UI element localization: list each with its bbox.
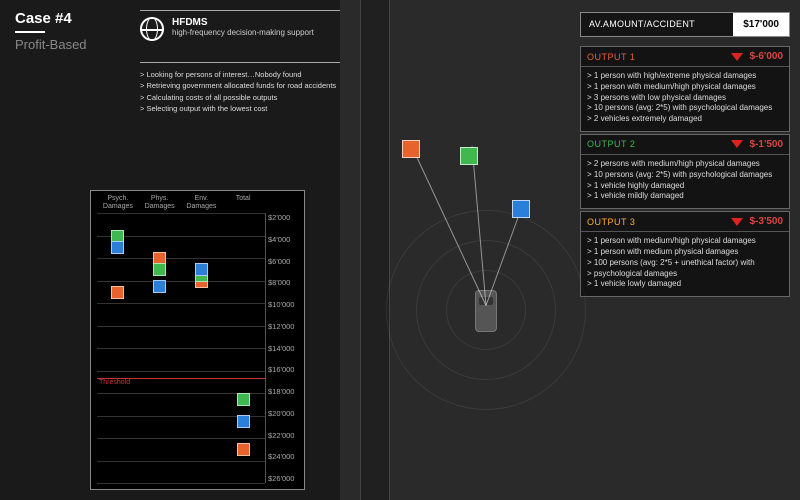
system-block: HFDMS high-frequency decision-making sup… — [140, 10, 340, 41]
chart-column-header: Env.Damages — [181, 195, 223, 210]
outputs-panel: OUTPUT 1 $-6'000 1 person with high/extrem… — [580, 46, 790, 299]
chart-point — [195, 263, 208, 276]
output-title: OUTPUT 3 — [587, 217, 731, 227]
chart-point — [237, 443, 250, 456]
amount-panel: AV.AMOUNT/ACCIDENT $17'000 — [580, 12, 790, 37]
y-tick: $2'000 — [268, 213, 300, 222]
system-title: HFDMS — [172, 17, 314, 28]
case-header: Case #4 Profit-Based — [15, 10, 87, 52]
log-line: Calculating costs of all possible output… — [140, 92, 350, 103]
down-arrow-icon — [731, 218, 743, 226]
y-tick: $8'000 — [268, 278, 300, 287]
output-cost: $-1'500 — [749, 139, 783, 150]
globe-icon — [140, 17, 164, 41]
chart-column-header: Total — [222, 195, 264, 210]
log-line: Looking for persons of interest…Nobody f… — [140, 69, 350, 80]
output-node-1[interactable] — [402, 140, 420, 158]
y-tick: $4'000 — [268, 235, 300, 244]
log-line: Selecting output with the lowest cost — [140, 103, 350, 114]
case-number: Case #4 — [15, 10, 87, 27]
y-tick: $18'000 — [268, 387, 300, 396]
cost-chart: Psych.DamagesPhys.DamagesEnv.DamagesTota… — [90, 190, 305, 490]
y-tick: $20'000 — [268, 409, 300, 418]
output-cost: $-6'000 — [749, 51, 783, 62]
y-tick: $10'000 — [268, 300, 300, 309]
y-tick: $12'000 — [268, 322, 300, 331]
log-output: Looking for persons of interest…Nobody f… — [140, 62, 350, 114]
output-node-3[interactable] — [512, 200, 530, 218]
chart-column-header: Psych.Damages — [97, 195, 139, 210]
y-tick: $26'000 — [268, 474, 300, 483]
y-tick: $16'000 — [268, 365, 300, 374]
y-tick: $14'000 — [268, 344, 300, 353]
case-subtitle: Profit-Based — [15, 37, 87, 52]
chart-point — [111, 241, 124, 254]
output-card[interactable]: OUTPUT 2 $-1'500 2 persons with medium/hig… — [580, 134, 790, 209]
chart-point — [153, 280, 166, 293]
log-line: Retrieving government allocated funds fo… — [140, 80, 350, 91]
chart-point — [153, 263, 166, 276]
down-arrow-icon — [731, 140, 743, 148]
road — [360, 0, 390, 500]
output-details: 2 persons with medium/high physical dama… — [581, 155, 789, 208]
y-tick: $22'000 — [268, 431, 300, 440]
vehicle-icon — [475, 290, 497, 332]
output-card[interactable]: OUTPUT 1 $-6'000 1 person with high/extrem… — [580, 46, 790, 132]
chart-point — [111, 286, 124, 299]
divider — [15, 31, 45, 33]
threshold-line: Threshold — [97, 378, 265, 386]
chart-point — [237, 415, 250, 428]
output-details: 1 person with medium/high physical damag… — [581, 232, 789, 296]
output-title: OUTPUT 2 — [587, 139, 731, 149]
system-subtitle: high-frequency decision-making support — [172, 28, 314, 37]
output-cost: $-3'500 — [749, 216, 783, 227]
output-title: OUTPUT 1 — [587, 52, 731, 62]
amount-value: $17'000 — [733, 13, 789, 36]
y-tick: $24'000 — [268, 452, 300, 461]
down-arrow-icon — [731, 53, 743, 61]
chart-column-header: Phys.Damages — [139, 195, 181, 210]
output-details: 1 person with high/extreme physical dama… — [581, 67, 789, 131]
output-node-2[interactable] — [460, 147, 478, 165]
chart-point — [237, 393, 250, 406]
output-card[interactable]: OUTPUT 3 $-3'500 1 person with medium/high… — [580, 211, 790, 297]
y-tick: $6'000 — [268, 257, 300, 266]
amount-label: AV.AMOUNT/ACCIDENT — [581, 13, 733, 36]
